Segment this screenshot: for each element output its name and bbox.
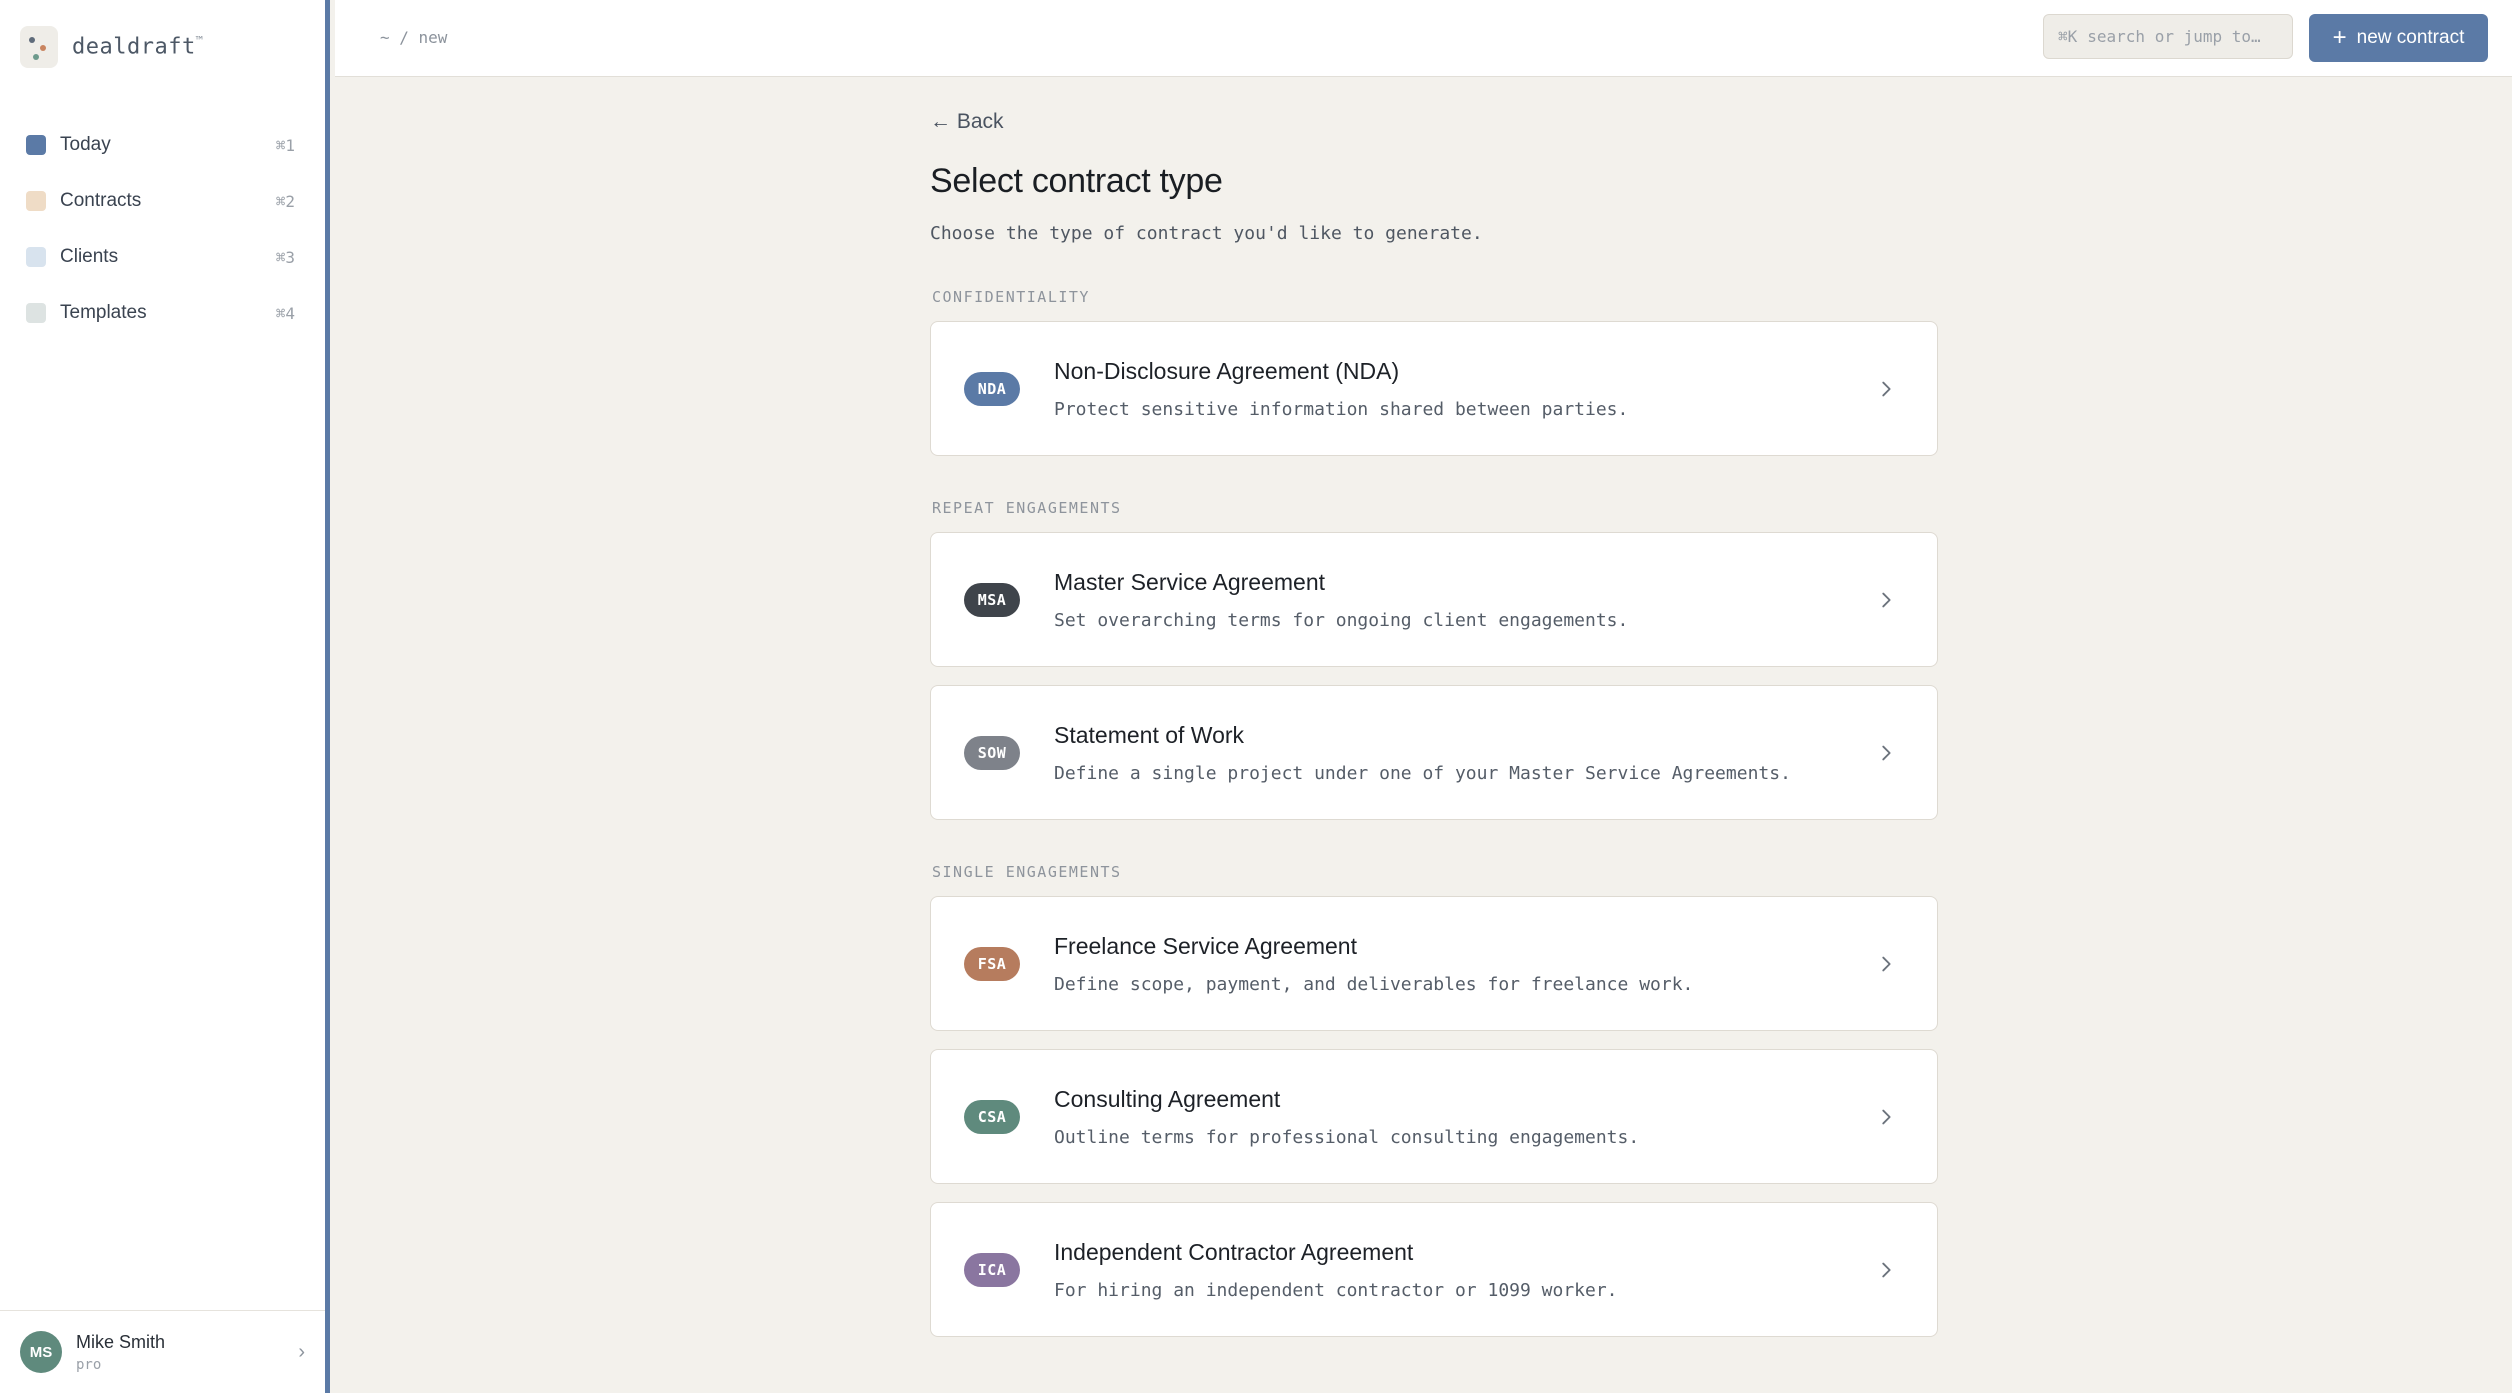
plus-icon: +	[2332, 24, 2347, 51]
nda-badge: NDA	[964, 371, 1020, 406]
new-contract-label: new contract	[2356, 27, 2465, 48]
section-label-repeat-engagements: REPEAT ENGAGEMENTS	[932, 499, 1122, 517]
section-label-single-engagements: SINGLE ENGAGEMENTS	[932, 863, 1122, 881]
page-subtitle: Choose the type of contract you'd like t…	[930, 223, 1483, 244]
card-title: Independent Contractor Agreement	[1054, 1238, 1414, 1265]
chevron-right-icon	[1882, 745, 1891, 760]
card-description: Set overarching terms for ongoing client…	[1054, 609, 1629, 631]
sidebar-item-clients[interactable]: Clients ⌘3	[0, 229, 325, 285]
topbar: ~ / new ⌘K search or jump to… + new cont…	[335, 0, 2512, 77]
user-plan: pro	[76, 1356, 102, 1373]
contract-card-nda[interactable]: NDA Non-Disclosure Agreement (NDA) Prote…	[930, 321, 1938, 456]
card-title: Non-Disclosure Agreement (NDA)	[1054, 357, 1400, 384]
sidebar-nav: Today ⌘1 Contracts ⌘2 Clients ⌘3 Templat…	[0, 117, 325, 341]
card-description: Protect sensitive information shared bet…	[1054, 398, 1629, 420]
contracts-swatch-icon	[26, 191, 46, 211]
section-label-confidentiality: CONFIDENTIALITY	[932, 288, 1090, 306]
user-name: Mike Smith	[76, 1331, 166, 1352]
breadcrumb: ~ / new	[380, 28, 448, 47]
brand-name: dealdraft™	[72, 34, 204, 60]
card-description: For hiring an independent contractor or …	[1054, 1279, 1618, 1301]
page-title: Select contract type	[930, 162, 1223, 200]
chevron-right-icon: ›	[298, 1340, 305, 1363]
shortcut-hint: ⌘1	[275, 135, 295, 155]
shortcut-hint: ⌘2	[275, 191, 295, 211]
card-text: Statement of Work Define a single projec…	[1054, 722, 1875, 784]
card-text: Independent Contractor Agreement For hir…	[1054, 1239, 1875, 1301]
card-text: Consulting Agreement Outline terms for p…	[1054, 1086, 1875, 1148]
sidebar-item-label: Today	[60, 134, 111, 155]
sidebar: dealdraft™ Today ⌘1 Contracts ⌘2 Clients…	[0, 0, 330, 1393]
chevron-right-icon	[1882, 1262, 1891, 1277]
search-placeholder: search or jump to…	[2087, 27, 2261, 46]
clients-swatch-icon	[26, 247, 46, 267]
card-description: Define a single project under one of you…	[1054, 762, 1791, 784]
chevron-right-icon	[1882, 956, 1891, 971]
ica-badge: ICA	[964, 1252, 1020, 1287]
csa-badge: CSA	[964, 1099, 1020, 1134]
search-input[interactable]: ⌘K search or jump to…	[2043, 14, 2293, 59]
today-swatch-icon	[26, 135, 46, 155]
card-text: Freelance Service Agreement Define scope…	[1054, 933, 1875, 995]
fsa-badge: FSA	[964, 946, 1020, 981]
card-title: Statement of Work	[1054, 721, 1245, 748]
card-text: Master Service Agreement Set overarching…	[1054, 569, 1875, 631]
main-content: ← Back Select contract type Choose the t…	[930, 110, 1938, 1337]
shortcut-hint: ⌘4	[275, 303, 295, 323]
back-link[interactable]: ← Back	[930, 110, 1004, 134]
chevron-right-icon	[1882, 1109, 1891, 1124]
contract-card-msa[interactable]: MSA Master Service Agreement Set overarc…	[930, 532, 1938, 667]
sidebar-item-today[interactable]: Today ⌘1	[0, 117, 325, 173]
avatar: MS	[20, 1331, 62, 1373]
contract-card-fsa[interactable]: FSA Freelance Service Agreement Define s…	[930, 896, 1938, 1031]
sidebar-item-label: Contracts	[60, 190, 142, 211]
brand[interactable]: dealdraft™	[20, 26, 203, 68]
card-text: Non-Disclosure Agreement (NDA) Protect s…	[1054, 358, 1875, 420]
chevron-right-icon	[1882, 381, 1891, 396]
sidebar-item-label: Clients	[60, 246, 119, 267]
new-contract-button[interactable]: + new contract	[2309, 14, 2488, 62]
sidebar-item-contracts[interactable]: Contracts ⌘2	[0, 173, 325, 229]
sidebar-item-label: Templates	[60, 302, 147, 323]
shortcut-hint: ⌘3	[275, 247, 295, 267]
card-title: Freelance Service Agreement	[1054, 932, 1357, 959]
contract-card-ica[interactable]: ICA Independent Contractor Agreement For…	[930, 1202, 1938, 1337]
chevron-right-icon	[1882, 592, 1891, 607]
card-description: Define scope, payment, and deliverables …	[1054, 973, 1694, 995]
search-shortcut: ⌘K	[2058, 27, 2078, 46]
contract-card-sow[interactable]: SOW Statement of Work Define a single pr…	[930, 685, 1938, 820]
sow-badge: SOW	[964, 735, 1020, 770]
user-menu[interactable]: MS Mike Smith pro ›	[0, 1310, 325, 1393]
brand-logo-icon	[20, 26, 58, 68]
card-description: Outline terms for professional consultin…	[1054, 1126, 1640, 1148]
card-title: Consulting Agreement	[1054, 1085, 1281, 1112]
templates-swatch-icon	[26, 303, 46, 323]
user-info: Mike Smith pro	[76, 1332, 298, 1373]
contract-card-csa[interactable]: CSA Consulting Agreement Outline terms f…	[930, 1049, 1938, 1184]
card-title: Master Service Agreement	[1054, 568, 1326, 595]
sidebar-item-templates[interactable]: Templates ⌘4	[0, 285, 325, 341]
msa-badge: MSA	[964, 582, 1020, 617]
